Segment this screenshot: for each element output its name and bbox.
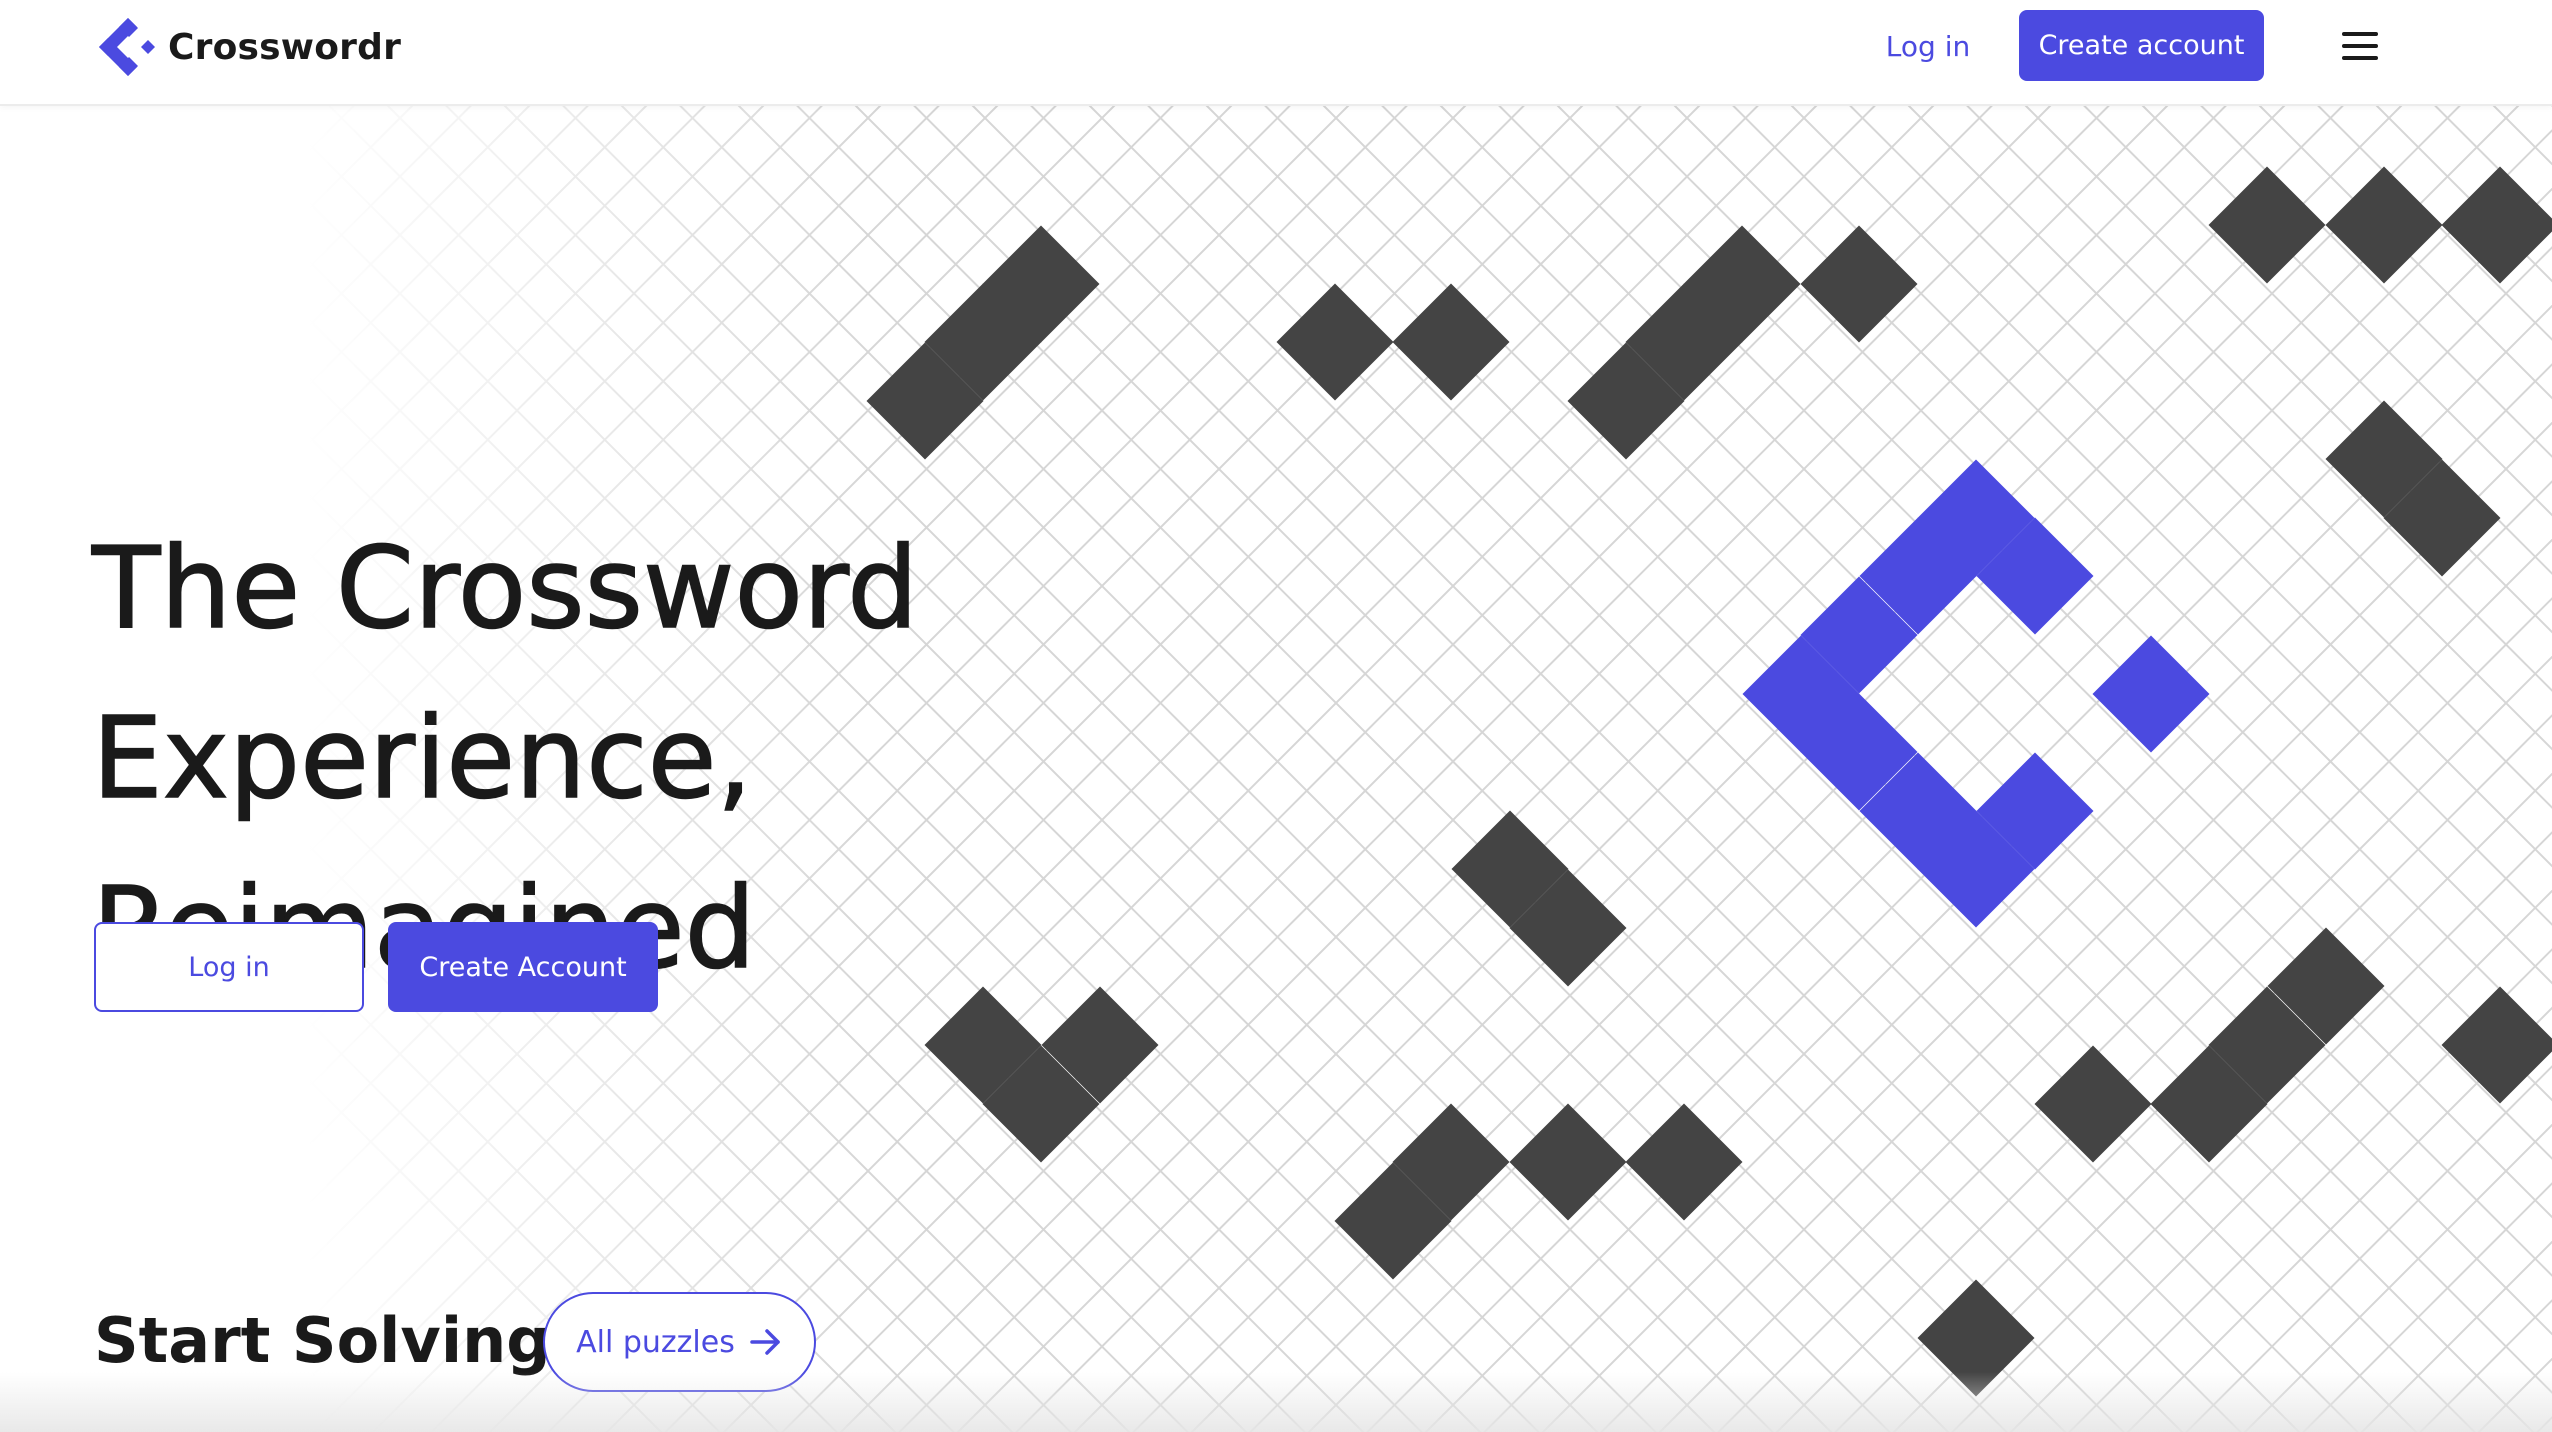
hamburger-menu-icon[interactable] (2336, 24, 2384, 68)
hero-title-line-1: The Crossword Experience, (91, 523, 919, 825)
arrow-right-icon (750, 1329, 780, 1355)
all-puzzles-button[interactable]: All puzzles (543, 1292, 816, 1392)
brand-name: Crosswordr (168, 26, 402, 68)
site-header: Crosswordr Log in Create account (0, 0, 2552, 106)
hero-login-button[interactable]: Log in (94, 922, 364, 1012)
crosswordr-logo-icon (99, 18, 155, 76)
header-create-account-button[interactable]: Create account (2019, 10, 2264, 81)
header-login-link[interactable]: Log in (1880, 22, 1976, 70)
start-solving-heading: Start Solving (94, 1304, 551, 1377)
brand-logo[interactable]: Crosswordr (94, 16, 401, 78)
all-puzzles-label: All puzzles (576, 1324, 735, 1360)
hero-create-account-button[interactable]: Create Account (388, 922, 658, 1012)
